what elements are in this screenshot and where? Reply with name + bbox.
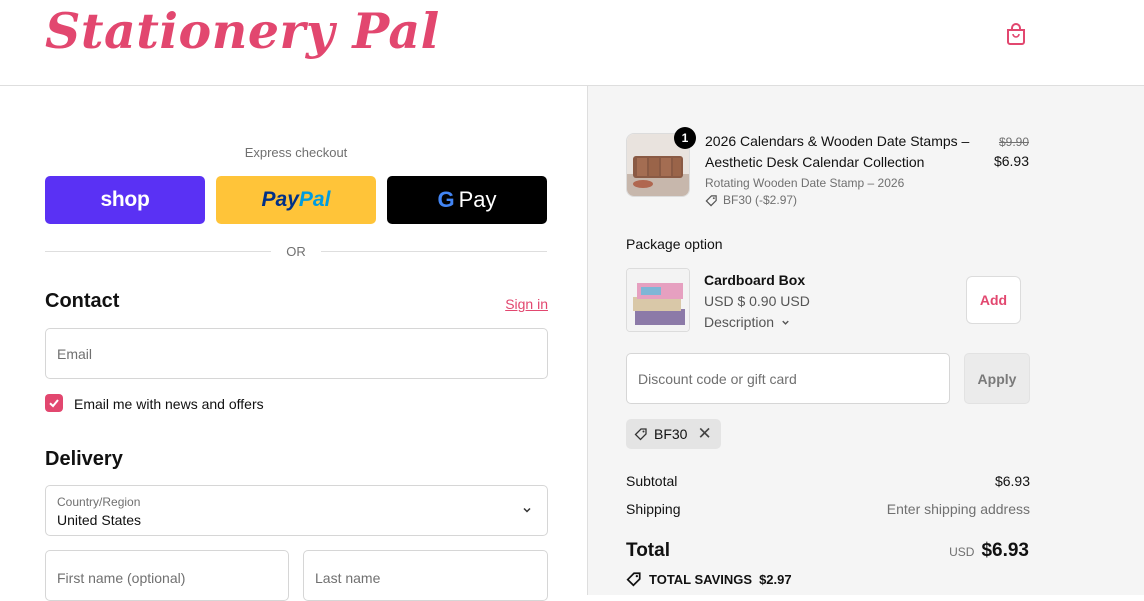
original-price: $9.90 <box>998 135 1029 149</box>
newsletter-checkbox[interactable] <box>45 394 63 412</box>
add-package-button[interactable]: Add <box>966 276 1021 324</box>
express-checkout-label: Express checkout <box>244 145 348 160</box>
store-logo[interactable]: Stationery Pal <box>45 2 440 60</box>
site-header: Stationery Pal <box>0 0 1144 86</box>
country-value: United States <box>57 512 142 528</box>
sign-in-link[interactable]: Sign in <box>505 296 548 312</box>
total-currency: USD <box>949 545 975 559</box>
total-value: USD $6.93 <box>949 540 1029 562</box>
remove-discount-icon[interactable]: ✕ <box>697 424 711 444</box>
apply-discount-button[interactable]: Apply <box>964 353 1030 404</box>
product-discount: BF30 (-$2.97) <box>705 193 797 207</box>
country-select[interactable]: Country/Region United States <box>45 485 548 536</box>
first-name-placeholder: First name (optional) <box>57 570 186 586</box>
email-field[interactable]: Email <box>45 328 548 379</box>
subtotal-label: Subtotal <box>626 473 678 489</box>
total-label: Total <box>626 540 670 561</box>
paypal-label-pay: Pay <box>261 188 299 211</box>
country-label: Country/Region <box>57 495 141 509</box>
paypal-button[interactable]: Pay Pal <box>216 176 376 224</box>
product-variant: Rotating Wooden Date Stamp – 2026 <box>705 176 905 190</box>
total-savings: TOTAL SAVINGS $2.97 <box>626 571 792 587</box>
package-image <box>627 269 689 331</box>
total-savings-label: TOTAL SAVINGS <box>649 571 753 587</box>
first-name-field[interactable]: First name (optional) <box>45 550 289 601</box>
paypal-label-pal: Pal <box>298 188 331 211</box>
discount-code-placeholder: Discount code or gift card <box>638 371 797 387</box>
subtotal-row: Subtotal $6.93 <box>626 473 1030 489</box>
tag-icon <box>626 572 641 587</box>
shipping-value: Enter shipping address <box>886 501 1030 517</box>
quantity-badge: 1 <box>674 127 696 149</box>
google-pay-button[interactable]: G Pay <box>387 176 547 224</box>
shipping-label: Shipping <box>626 501 681 517</box>
product-discount-text: BF30 (-$2.97) <box>723 193 798 207</box>
package-option-label: Package option <box>626 236 723 252</box>
order-summary: 1 2026 Calendars & Wooden Date Stamps – … <box>587 86 1144 595</box>
tag-icon <box>634 428 647 441</box>
newsletter-label: Email me with news and offers <box>74 396 264 412</box>
contact-heading: Contact <box>45 290 120 312</box>
last-name-field[interactable]: Last name <box>303 550 548 601</box>
delivery-heading: Delivery <box>45 448 123 470</box>
or-divider: OR <box>45 244 547 260</box>
email-placeholder: Email <box>57 346 93 362</box>
package-price: USD $ 0.90 USD <box>704 293 810 309</box>
total-savings-value: $2.97 <box>759 571 792 587</box>
discount-code-input[interactable]: Discount code or gift card <box>626 353 950 404</box>
final-price: $6.93 <box>993 153 1029 169</box>
chevron-down-icon <box>782 320 789 325</box>
product-title: 2026 Calendars & Wooden Date Stamps – Ae… <box>705 133 970 170</box>
shop-pay-button[interactable]: shop <box>45 176 205 224</box>
package-description-toggle[interactable]: Description <box>704 314 791 330</box>
package-description-label: Description <box>704 314 775 330</box>
google-g-icon: G <box>437 187 455 212</box>
package-name: Cardboard Box <box>704 272 806 288</box>
package-thumbnail <box>626 268 690 332</box>
shipping-row: Shipping Enter shipping address <box>626 501 1030 517</box>
chevron-down-icon <box>523 507 531 513</box>
shopping-bag-icon[interactable] <box>1005 22 1027 46</box>
total-amount: $6.93 <box>981 540 1029 561</box>
tag-icon <box>705 194 717 206</box>
shop-pay-label: shop <box>100 188 150 211</box>
last-name-placeholder: Last name <box>315 570 381 586</box>
applied-discount-code: BF30 <box>654 426 688 442</box>
checkmark-icon <box>49 399 59 408</box>
subtotal-value: $6.93 <box>994 473 1030 489</box>
checkout-form: Express checkout shop Pay Pal G Pay OR Co… <box>0 86 587 601</box>
google-pay-label: Pay <box>458 187 497 212</box>
applied-discount-tag: BF30 ✕ <box>626 419 721 449</box>
divider-line-right <box>321 251 547 252</box>
